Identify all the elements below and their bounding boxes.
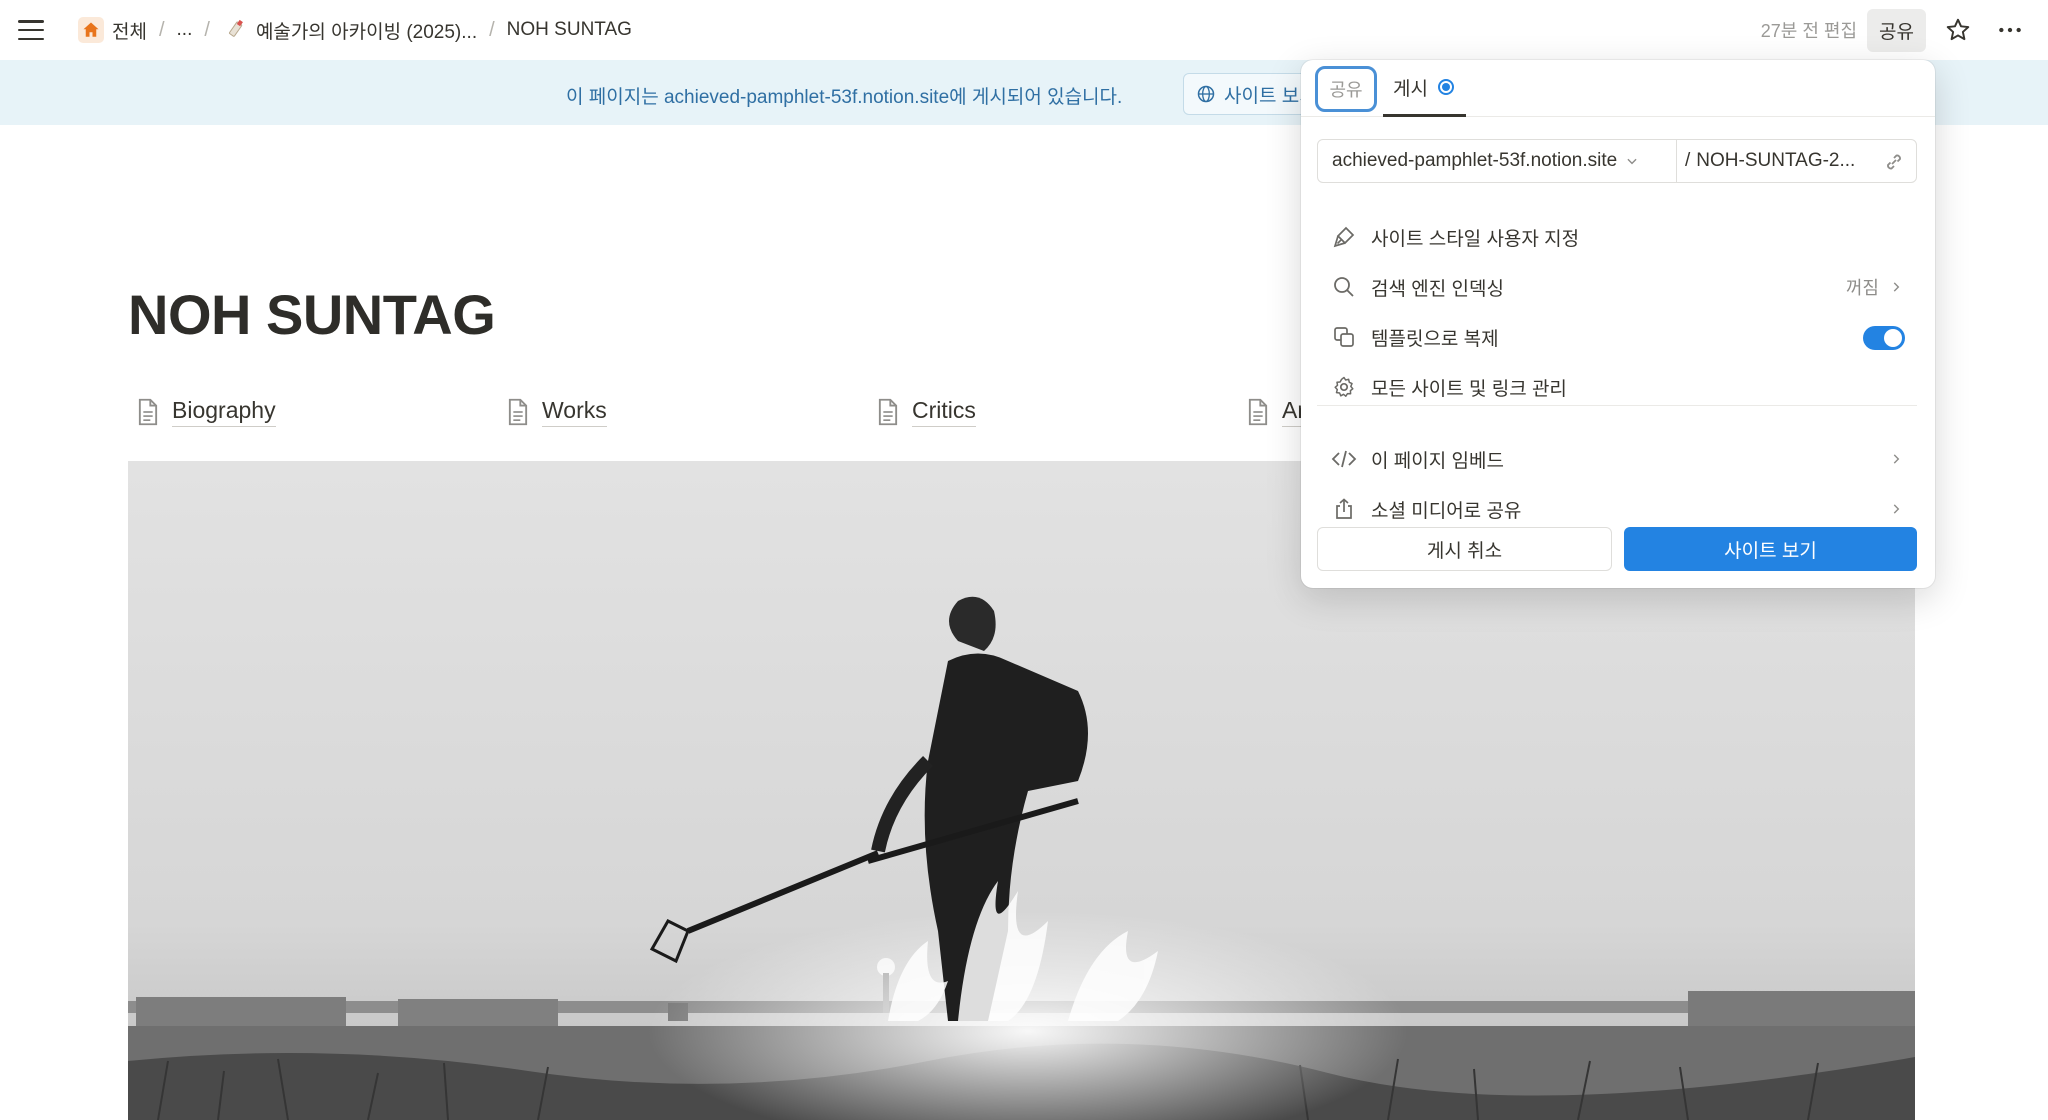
chevron-right-icon — [1893, 454, 1900, 464]
site-url-field: achieved-pamphlet-53f.notion.site / NOH-… — [1317, 139, 1917, 183]
gear-icon — [1331, 374, 1357, 400]
breadcrumb-label: 예술가의 아카이빙 (2025)... — [255, 21, 478, 43]
more-options-icon[interactable] — [1990, 10, 2030, 50]
view-site-button[interactable]: 사이트 보기 — [1624, 527, 1917, 571]
social-chevron — [1889, 487, 1903, 531]
tab-share[interactable]: 공유 — [1315, 66, 1377, 112]
link-works[interactable]: Works — [506, 396, 607, 427]
menu-label: 사이트 스타일 사용자 지정 — [1371, 228, 1580, 250]
breadcrumb-label: ... — [176, 19, 193, 40]
breadcrumb-item-current[interactable]: NOH SUNTAG — [501, 15, 638, 45]
menu-divider — [1317, 405, 1917, 406]
breadcrumb-label: NOH SUNTAG — [506, 19, 632, 40]
link-biography[interactable]: Biography — [136, 396, 276, 427]
publish-popover: 공유 게시 achieved-pamphlet-53f.notion.site … — [1301, 60, 1935, 588]
duplicate-template-toggle[interactable] — [1863, 326, 1905, 350]
duplicate-icon — [1331, 324, 1357, 350]
menu-customize-site-style[interactable]: 사이트 스타일 사용자 지정 — [1317, 215, 1917, 259]
share-button[interactable]: 공유 — [1867, 8, 1926, 52]
breadcrumb-separator: / — [158, 18, 165, 41]
breadcrumb-item-ellipsis[interactable]: ... — [171, 15, 199, 45]
chevron-right-icon — [1893, 282, 1900, 292]
link-label: Critics — [912, 396, 976, 427]
chevron-right-icon — [1893, 504, 1900, 514]
page-icon — [508, 398, 528, 425]
top-bar: 전체 / ... / 예술가의 아카이빙 (2025)... / NOH SUN… — [0, 0, 2048, 60]
url-slug: NOH-SUNTAG-2... — [1696, 150, 1856, 171]
banner-text: 이 페이지는 achieved-pamphlet-53f.notion.site… — [566, 87, 1123, 108]
breadcrumb: 전체 / ... / 예술가의 아카이빙 (2025)... / NOH SUN… — [72, 13, 638, 48]
breadcrumb-separator: / — [204, 18, 210, 41]
menu-manage-sites-links[interactable]: 모든 사이트 및 링크 관리 — [1317, 365, 1917, 409]
unpublish-button[interactable]: 게시 취소 — [1317, 527, 1612, 571]
menu-label: 소셜 미디어로 공유 — [1371, 500, 1522, 522]
domain-label: achieved-pamphlet-53f.notion.site — [1332, 150, 1618, 171]
popover-tabs: 공유 게시 — [1301, 60, 1935, 117]
menu-share-social[interactable]: 소셜 미디어로 공유 — [1317, 487, 1917, 531]
page-emoji-icon — [222, 17, 248, 43]
code-icon — [1331, 446, 1357, 472]
search-icon — [1331, 274, 1357, 300]
copy-link-icon[interactable] — [1882, 150, 1906, 179]
menu-label: 이 페이지 임베드 — [1371, 450, 1504, 472]
last-edited-text: 27분 전 편집 — [1760, 21, 1858, 41]
tab-publish[interactable]: 게시 — [1383, 60, 1466, 117]
menu-embed-page[interactable]: 이 페이지 임베드 — [1317, 437, 1917, 481]
share-icon — [1331, 496, 1357, 522]
indexing-value: 꺼짐 — [1846, 265, 1903, 309]
url-separator: / — [1685, 150, 1691, 171]
link-critics[interactable]: Critics — [876, 396, 976, 427]
url-slug-input[interactable]: / NOH-SUNTAG-2... — [1677, 140, 1916, 182]
home-icon — [78, 17, 104, 43]
menu-label: 모든 사이트 및 링크 관리 — [1371, 378, 1567, 400]
menu-label: 검색 엔진 인덱싱 — [1371, 278, 1504, 300]
menu-duplicate-as-template[interactable]: 템플릿으로 복제 — [1317, 315, 1917, 359]
breadcrumb-label: 전체 — [112, 21, 147, 43]
page-icon — [878, 398, 898, 425]
paintbrush-icon — [1331, 224, 1357, 250]
embed-chevron — [1889, 437, 1903, 481]
page-title: NOH SUNTAG — [128, 283, 496, 346]
menu-search-indexing[interactable]: 검색 엔진 인덱싱 꺼짐 — [1317, 265, 1917, 309]
topbar-actions: 27분 전 편집 공유 — [1761, 0, 2030, 60]
chevron-down-icon — [1627, 158, 1637, 165]
breadcrumb-separator: / — [489, 18, 495, 41]
link-label: Biography — [172, 396, 276, 427]
menu-icon[interactable] — [18, 20, 44, 40]
breadcrumb-item-archive[interactable]: 예술가의 아카이빙 (2025)... — [216, 13, 483, 48]
menu-label: 템플릿으로 복제 — [1371, 328, 1499, 350]
favorite-star-icon[interactable] — [1938, 10, 1978, 50]
page-icon — [1248, 398, 1268, 425]
breadcrumb-item-home[interactable]: 전체 — [72, 13, 153, 48]
tab-publish-label: 게시 — [1393, 78, 1428, 100]
link-label: Works — [542, 396, 607, 427]
domain-select[interactable]: achieved-pamphlet-53f.notion.site — [1318, 140, 1677, 182]
indexing-status: 꺼짐 — [1845, 278, 1879, 298]
page-icon — [138, 398, 158, 425]
globe-icon — [1197, 85, 1215, 103]
published-status-dot-icon — [1437, 79, 1454, 95]
